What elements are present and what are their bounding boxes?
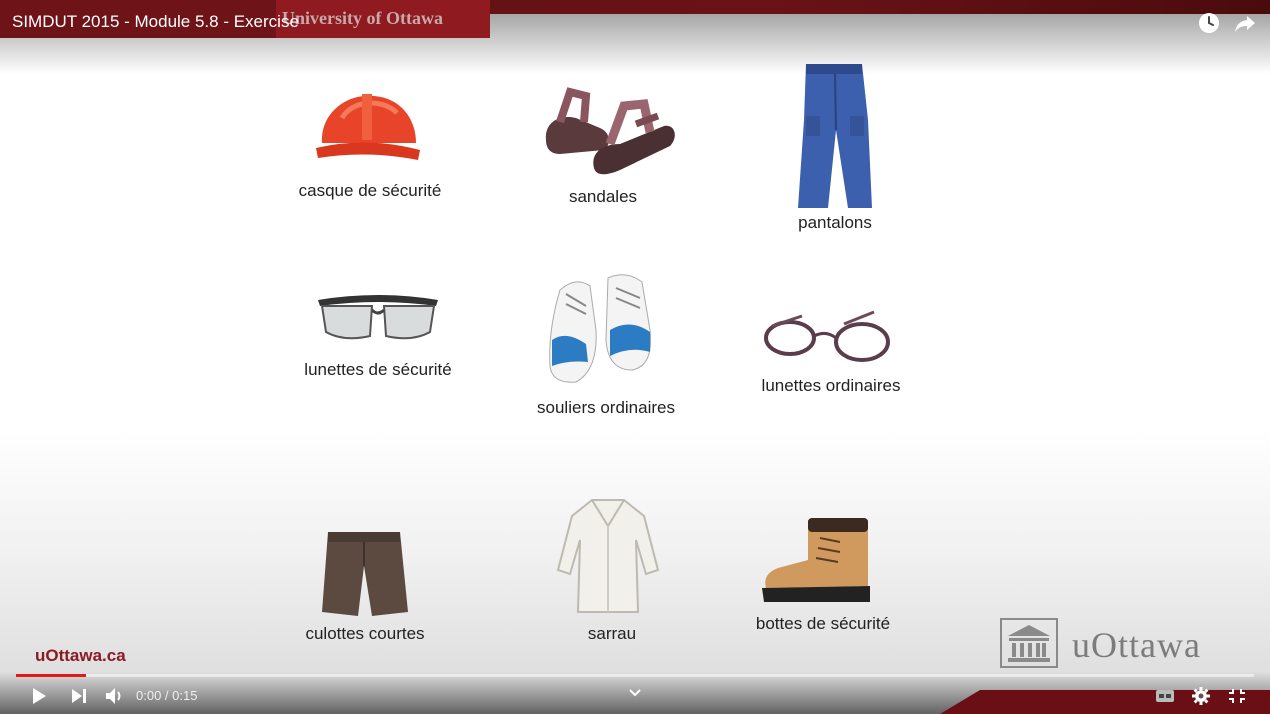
pants-icon [798,64,872,208]
eyeglasses-icon [764,310,890,362]
item-label-shorts: culottes courtes [305,624,425,643]
sandals-icon [545,87,675,175]
next-icon[interactable] [70,688,88,704]
item-label-pants: pantalons [798,213,872,232]
university-banner-text: University of Ottawa [282,8,443,28]
item-label-hard-hat: casque de sécurité [298,181,442,200]
sneakers-icon [549,274,652,383]
progress-played [16,674,86,677]
exit-fullscreen-icon[interactable] [1228,688,1246,704]
shorts-icon [322,532,408,616]
brand-wedge [940,690,1270,714]
item-label-sandals: sandales [568,187,638,206]
settings-gear-icon[interactable] [1191,686,1211,706]
item-label-lab-coat: sarrau [587,624,637,643]
captions-icon[interactable] [1155,688,1175,704]
play-icon[interactable] [30,687,48,705]
clock-icon[interactable] [1198,12,1220,34]
item-label-boot: bottes de sécurité [755,614,891,633]
lab-coat-icon [556,499,660,613]
share-icon[interactable] [1234,12,1256,34]
university-building-icon [1000,618,1058,668]
chevron-down-icon[interactable] [628,688,642,698]
footer-url: uOttawa.ca [35,646,126,665]
safety-glasses-icon [318,295,438,340]
boot-icon [762,518,870,602]
time-display: 0:00 / 0:15 [136,688,198,703]
volume-icon[interactable] [105,687,125,705]
video-title[interactable]: SIMDUT 2015 - Module 5.8 - Exercise [12,12,299,32]
item-label-eyeglasses: lunettes ordinaires [761,376,901,395]
item-label-sneakers: souliers ordinaires [537,398,675,417]
item-label-safety-glasses: lunettes de sécurité [304,360,452,379]
hard-hat-icon [316,94,420,160]
university-logo-text: uOttawa [1072,625,1201,665]
progress-bar[interactable] [16,674,1254,677]
